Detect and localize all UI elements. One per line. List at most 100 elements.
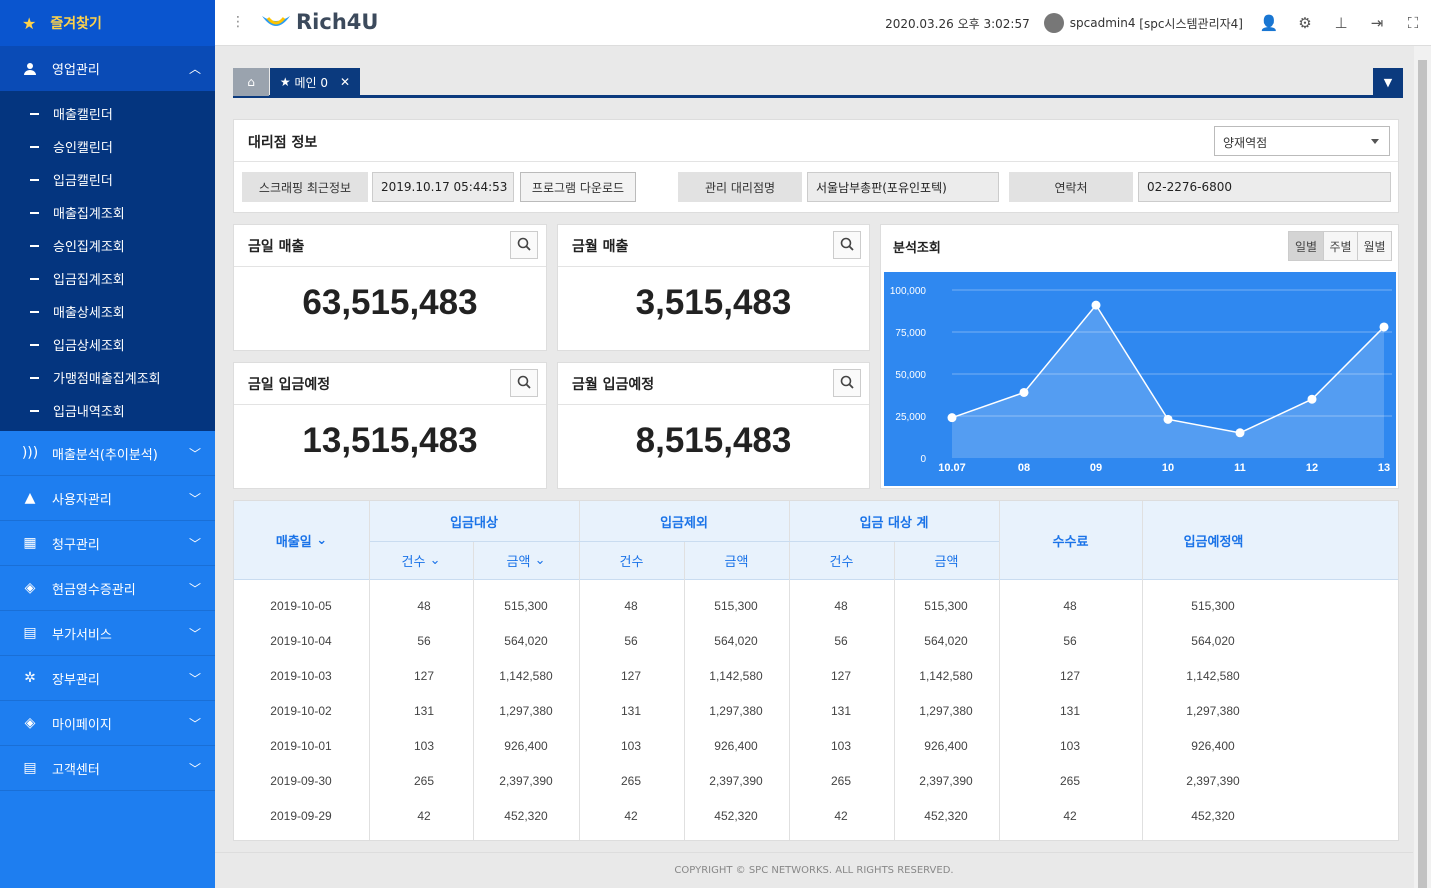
favorites-menu[interactable]: ★ 즐겨찾기: [0, 0, 215, 46]
header-label: 입금제외: [660, 515, 708, 531]
data-point: [1163, 414, 1173, 424]
submenu-item[interactable]: 매출상세조회: [0, 295, 215, 328]
header-label: 건수: [619, 555, 644, 570]
submenu-item[interactable]: 매출집계조회: [0, 196, 215, 229]
submenu-item[interactable]: 승인집계조회: [0, 229, 215, 262]
period-monthly[interactable]: 월별: [1357, 232, 1391, 260]
card-value: 3,515,483: [635, 283, 792, 322]
table-cell: 131: [830, 704, 852, 718]
analysis-panel: 분석조회 일별 주별 월별 100,000 75,000 50,000 25,000 0…: [880, 224, 1399, 489]
search-button[interactable]: [833, 369, 861, 397]
tab-more-button[interactable]: ▼: [1373, 68, 1403, 96]
favorites-label: 즐겨찾기: [50, 16, 102, 32]
table-cell: 127: [1059, 669, 1081, 683]
close-icon[interactable]: ✕: [340, 75, 350, 89]
scrape-value: 2019.10.17 05:44:53: [372, 172, 514, 202]
logo-mark-icon: [262, 16, 290, 26]
table-cell: 1,297,380: [1186, 704, 1240, 718]
sidebar-item-ledger[interactable]: ✲ 장부관리 ﹀: [0, 656, 215, 701]
col-target-count[interactable]: 건수 ⌄: [369, 541, 473, 580]
table-cell: 515,300: [714, 599, 758, 613]
sidebar-item-services[interactable]: ▤ 부가서비스 ﹀: [0, 611, 215, 656]
sidebar-item-billing[interactable]: ▦ 청구관리 ﹀: [0, 521, 215, 566]
submenu-item[interactable]: 입금상세조회: [0, 328, 215, 361]
submenu-item[interactable]: 매출캘린더: [0, 97, 215, 130]
header-label: 금액: [506, 555, 531, 570]
stat-card: 금일 입금예정 13,515,483: [233, 362, 547, 489]
submenu-item[interactable]: 입금내역조회: [0, 394, 215, 427]
table-cell: 452,320: [924, 809, 968, 823]
card-title: 금일 매출: [248, 239, 305, 255]
sidebar-item-label: 청구관리: [52, 537, 100, 553]
header-label: 수수료: [1052, 535, 1089, 550]
submenu-item[interactable]: 승인캘린더: [0, 130, 215, 163]
logo[interactable]: Rich4U: [260, 10, 378, 34]
table-cell: 2,397,390: [1186, 774, 1240, 788]
chevron-down-icon: ﹀: [188, 717, 201, 731]
tab-label: 메인 0: [294, 75, 329, 90]
tab-main[interactable]: ★ 메인 0 ✕: [270, 68, 360, 96]
series-area: [952, 305, 1384, 458]
col-excluded: 입금제외: [579, 501, 789, 541]
y-tick-label: 25,000: [895, 412, 926, 423]
cell-date: 2019-09-30: [270, 774, 332, 788]
col-sales-date[interactable]: 매출일 ⌄: [234, 501, 369, 580]
sidebar-item-users[interactable]: ▲ 사용자관리 ﹀: [0, 476, 215, 521]
scrollbar-thumb[interactable]: [1418, 60, 1427, 888]
card-title: 금월 매출: [572, 239, 629, 255]
sidebar-item-analysis[interactable]: ))) 매출분석(추이분석) ﹀: [0, 431, 215, 476]
gear-icon[interactable]: ⚙: [1287, 14, 1323, 32]
y-tick-label: 75,000: [895, 328, 926, 339]
table-cell: 48: [1063, 599, 1077, 613]
username: spcadmin4: [1069, 16, 1136, 30]
col-total: 입금 대상 계: [789, 501, 999, 541]
sidebar-item-receipt[interactable]: ◈ 현금영수증관리 ﹀: [0, 566, 215, 611]
period-weekly[interactable]: 주별: [1323, 232, 1357, 260]
col-fee: 수수료: [999, 501, 1142, 580]
submenu-item[interactable]: 입금집계조회: [0, 262, 215, 295]
table-cell: 1,297,380: [499, 704, 553, 718]
sidebar-item-sales[interactable]: 영업관리 ︿: [0, 46, 215, 91]
download-button[interactable]: 프로그램 다운로드: [520, 172, 636, 202]
chevron-down-icon: ⌄: [534, 553, 546, 568]
submenu-label: 입금집계조회: [53, 273, 125, 288]
table-cell: 564,020: [924, 634, 968, 648]
col-excluded-count: 건수: [579, 541, 684, 580]
header-label: 건수: [401, 555, 426, 570]
search-button[interactable]: [510, 369, 538, 397]
tab-home[interactable]: ⌂: [233, 68, 269, 96]
sidebar-item-mypage[interactable]: ◈ 마이페이지 ﹀: [0, 701, 215, 746]
x-tick-label: 10.07: [938, 462, 966, 474]
fullscreen-icon[interactable]: ⛶: [1395, 14, 1431, 32]
period-daily[interactable]: 일별: [1289, 232, 1323, 260]
sidebar-item-support[interactable]: ▤ 고객센터 ﹀: [0, 746, 215, 791]
header-label: 입금 대상 계: [859, 515, 929, 531]
col-target-amount[interactable]: 금액 ⌄: [473, 541, 579, 580]
x-tick-label: 13: [1378, 462, 1390, 474]
search-button[interactable]: [510, 231, 538, 259]
table-cell: 103: [620, 739, 642, 753]
tag-icon: ◈: [24, 580, 36, 596]
submenu-label: 입금상세조회: [53, 339, 125, 354]
submenu-label: 승인캘린더: [53, 141, 113, 156]
submenu-item[interactable]: 가맹점매출집계조회: [0, 361, 215, 394]
sitemap-icon[interactable]: ⊥: [1323, 14, 1359, 32]
tab-bar: ⌂ ★ 메인 0 ✕ ▼: [233, 68, 1403, 98]
search-icon: [517, 374, 531, 393]
footer: COPYRIGHT © SPC NETWORKS. ALL RIGHTS RES…: [215, 852, 1413, 888]
logout-icon[interactable]: ⇥: [1359, 14, 1395, 32]
search-button[interactable]: [833, 231, 861, 259]
data-point: [1235, 428, 1245, 438]
header-label: 건수: [829, 555, 854, 570]
top-bar-right: 2020.03.26 오후 3:02:57 spcadmin4 [spc시스템관…: [885, 0, 1431, 46]
sidebar-item-label: 매출분석(추이분석): [52, 447, 158, 463]
data-point: [1307, 394, 1317, 404]
store-select[interactable]: 양재역점: [1214, 126, 1390, 156]
user-settings-icon[interactable]: 👤: [1251, 14, 1287, 32]
kebab-menu-icon[interactable]: ⋮: [231, 14, 245, 30]
scrollbar[interactable]: [1414, 46, 1431, 888]
submenu-item[interactable]: 입금캘린더: [0, 163, 215, 196]
chevron-down-icon: ﹀: [188, 627, 201, 641]
cell-date: 2019-10-02: [270, 704, 332, 718]
table-cell: 265: [830, 774, 852, 788]
